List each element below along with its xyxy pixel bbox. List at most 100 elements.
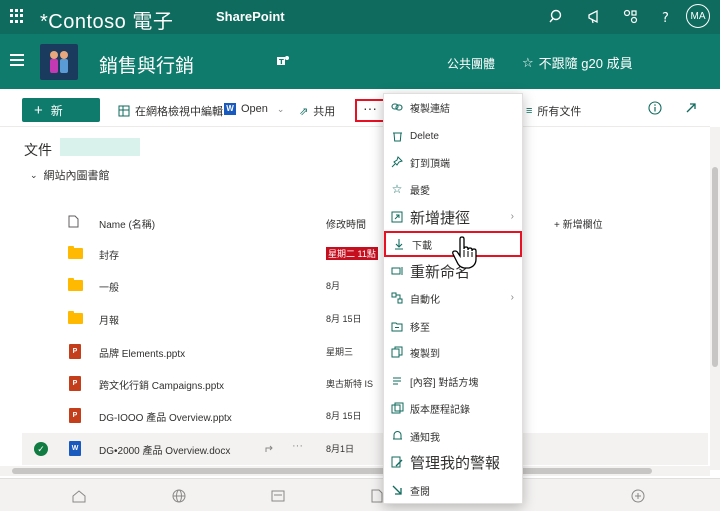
file-name[interactable]: DG•2000 產品 Overview.docx xyxy=(99,442,230,457)
menu-item-version-history[interactable]: 版本歷程記錄 xyxy=(384,395,522,421)
menu-item-label: 釘到頂端 xyxy=(410,158,450,170)
info-icon xyxy=(384,375,410,387)
globe-icon[interactable] xyxy=(171,488,187,504)
menu-item-move-to[interactable]: 移至 xyxy=(384,313,522,339)
library-title[interactable]: 文件 xyxy=(24,140,52,160)
hamburger-icon[interactable] xyxy=(10,54,24,66)
menu-item-automate[interactable]: 自動化 › xyxy=(384,285,522,311)
svg-text:T: T xyxy=(279,58,284,66)
file-name[interactable]: 月報 xyxy=(99,312,119,327)
modified-date: 星期三 xyxy=(326,347,354,357)
modified-date: 8月 15日 xyxy=(326,411,362,421)
site-logo[interactable] xyxy=(40,44,78,80)
teams-icon[interactable]: T xyxy=(276,54,290,68)
file-name[interactable]: 品牌 Elements.pptx xyxy=(99,345,185,360)
chevron-right-icon: › xyxy=(510,211,514,222)
trash-icon xyxy=(384,130,410,142)
modified-date: 8月 15日 xyxy=(326,314,362,324)
home-icon[interactable] xyxy=(71,488,87,504)
scroll-thumb[interactable] xyxy=(712,167,718,367)
megaphone-icon[interactable] xyxy=(586,8,604,26)
menu-item-label: Delete xyxy=(410,130,439,142)
org-name[interactable]: *Contoso 電子 xyxy=(40,5,173,34)
follow-button[interactable]: ☆ 不跟隨 g20 成員 xyxy=(522,53,633,72)
file-name[interactable]: 一般 xyxy=(99,279,119,294)
app-launcher-icon[interactable] xyxy=(10,9,24,23)
menu-item-delete[interactable]: Delete xyxy=(384,123,522,149)
share-icon[interactable] xyxy=(622,8,640,26)
menu-item-label: 移至 xyxy=(410,322,430,334)
title-highlight xyxy=(60,138,140,156)
follow-label: 不跟隨 g20 成員 xyxy=(538,56,633,71)
help-icon[interactable]: ? xyxy=(657,8,675,26)
menu-item-properties[interactable]: [內容] 對話方塊 xyxy=(384,368,522,394)
file-type-icon[interactable] xyxy=(68,215,79,228)
share-icon[interactable] xyxy=(264,443,276,455)
table-row[interactable]: P DG-IOOO 產品 Overview.pptx 8月 15日 xyxy=(22,400,708,432)
grid-icon xyxy=(118,105,130,117)
vertical-scrollbar[interactable] xyxy=(710,127,720,470)
new-label: 新 xyxy=(50,103,63,118)
horizontal-scrollbar[interactable] xyxy=(0,466,710,476)
share-button[interactable]: ⇗ 共用 xyxy=(299,103,335,119)
menu-item-favorite[interactable]: ☆ 最愛 xyxy=(384,176,522,202)
grid-edit-label: 在網格檢視中編輯 xyxy=(135,106,223,118)
menu-item-label: 複製連結 xyxy=(410,103,450,115)
table-row[interactable]: ✓ W DG•2000 產品 Overview.docx ··· 8月1日 xyxy=(22,433,708,465)
more-icon[interactable]: ··· xyxy=(292,440,303,452)
add-column-label: 新增欄位 xyxy=(562,220,603,231)
scroll-thumb[interactable] xyxy=(12,468,652,474)
menu-item-label: 通知我 xyxy=(410,432,440,444)
star-icon: ☆ xyxy=(522,54,534,70)
menu-item-alert-me[interactable]: 通知我 xyxy=(384,423,522,449)
download-icon xyxy=(386,238,412,250)
site-title[interactable]: 銷售與行銷 xyxy=(99,51,194,78)
table-row[interactable]: P 品牌 Elements.pptx 星期三 xyxy=(22,336,708,368)
search-icon[interactable] xyxy=(548,8,566,26)
modified-date: 奧古斯特 IS xyxy=(326,379,374,389)
star-icon: ☆ xyxy=(391,182,403,196)
share-arrow-icon: ⇗ xyxy=(299,105,309,118)
news-icon[interactable] xyxy=(270,488,286,504)
column-header-name[interactable]: Name (名稱) xyxy=(99,216,155,231)
more-actions-button[interactable]: ··· xyxy=(355,99,385,122)
breadcrumb-label: 網站內圖書館 xyxy=(43,170,110,182)
bottom-nav xyxy=(0,478,720,511)
avatar[interactable]: MA xyxy=(686,4,710,28)
app-name[interactable]: SharePoint xyxy=(216,9,285,24)
info-icon[interactable] xyxy=(648,101,662,115)
expand-icon[interactable] xyxy=(684,101,698,115)
menu-item-label: 管理我的警報 xyxy=(410,454,501,472)
word-icon: W xyxy=(224,103,236,115)
column-header-add[interactable]: + 新增欄位 xyxy=(554,216,603,231)
table-row[interactable]: 一般 8月 xyxy=(22,270,708,302)
menu-item-label: 複製到 xyxy=(410,348,440,360)
folder-icon xyxy=(68,246,83,259)
column-header-modified[interactable]: 修改時間 xyxy=(326,216,366,231)
table-row[interactable]: 月報 8月 15日 xyxy=(22,303,708,335)
file-name[interactable]: 封存 xyxy=(99,247,119,262)
open-button[interactable]: W Open ⌄ xyxy=(224,103,284,115)
menu-item-pin[interactable]: 釘到頂端 xyxy=(384,149,522,175)
menu-item-copy-to[interactable]: 複製到 xyxy=(384,339,522,365)
menu-item-label: 最愛 xyxy=(410,185,430,197)
copy-icon xyxy=(384,346,410,358)
file-name[interactable]: DG-IOOO 產品 Overview.pptx xyxy=(99,409,232,424)
new-button[interactable]: + 新 xyxy=(22,98,100,122)
menu-item-add-shortcut[interactable]: 新增捷徑 › xyxy=(384,204,522,230)
menu-item-manage-alerts[interactable]: 管理我的警報 xyxy=(384,449,522,475)
add-icon[interactable] xyxy=(630,488,646,504)
powerpoint-icon: P xyxy=(69,408,81,423)
menu-item-label: 版本歷程記錄 xyxy=(410,404,470,416)
shortcut-icon xyxy=(384,211,410,223)
view-switcher[interactable]: ≡ 所有文件 xyxy=(526,103,581,119)
bell-icon xyxy=(384,430,410,442)
table-row[interactable]: P 跨文化行銷 Campaigns.pptx 奧古斯特 IS xyxy=(22,368,708,400)
grid-edit-button[interactable]: 在網格檢視中編輯 xyxy=(118,103,223,119)
menu-item-check-out[interactable]: 查閱 xyxy=(384,477,522,503)
file-name[interactable]: 跨文化行銷 Campaigns.pptx xyxy=(99,377,224,392)
breadcrumb[interactable]: ⌄ 網站內圖書館 xyxy=(30,167,110,183)
checkmark-icon[interactable]: ✓ xyxy=(34,442,48,456)
menu-item-copy-link[interactable]: 複製連結 xyxy=(384,94,522,120)
table-row[interactable]: 封存 星期二 11點 xyxy=(22,238,708,270)
